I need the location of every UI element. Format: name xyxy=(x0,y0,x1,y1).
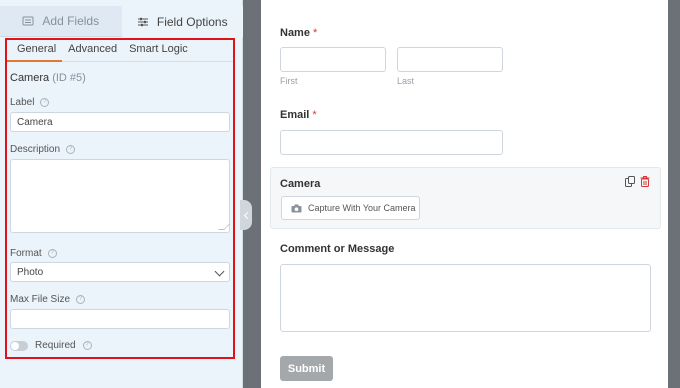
email-input[interactable] xyxy=(280,130,503,155)
last-name-input[interactable] xyxy=(397,47,503,72)
required-label-row: Required ? xyxy=(35,340,92,351)
sidebar-tabs: Add Fields Field Options xyxy=(0,6,243,37)
collapse-sidebar-button[interactable] xyxy=(240,200,252,230)
last-sublabel: Last xyxy=(397,76,415,86)
comment-field-label: Comment or Message xyxy=(280,243,395,255)
required-toggle[interactable] xyxy=(10,341,28,351)
help-icon[interactable]: ? xyxy=(40,98,50,107)
help-icon[interactable]: ? xyxy=(66,145,76,154)
field-actions xyxy=(625,176,650,187)
field-options-panel: General Advanced Smart Logic Camera (ID … xyxy=(5,38,235,359)
description-textarea[interactable] xyxy=(10,159,230,233)
help-icon[interactable]: ? xyxy=(76,295,86,304)
sliders-icon xyxy=(137,17,148,26)
field-name: Camera xyxy=(10,72,50,84)
help-icon[interactable]: ? xyxy=(82,341,92,350)
field-options-sidebar: Add Fields Field Options General Advance… xyxy=(0,0,243,388)
max-file-size-input[interactable] xyxy=(10,309,230,329)
required-asterisk: * xyxy=(312,109,317,121)
label-input[interactable]: Camera xyxy=(10,112,230,132)
description-option-title: Description ? xyxy=(10,144,76,155)
capture-camera-label: Capture With Your Camera xyxy=(308,203,416,213)
name-field-label: Name * xyxy=(280,27,317,39)
required-label: Required xyxy=(35,340,76,351)
comment-textarea[interactable] xyxy=(280,264,651,332)
resize-handle-icon[interactable] xyxy=(218,224,230,230)
label-option-text: Label xyxy=(10,97,35,108)
tab-field-options-label: Field Options xyxy=(156,14,228,29)
preview-gutter-right xyxy=(668,0,680,388)
field-options-subtabs: General Advanced Smart Logic xyxy=(7,40,233,62)
camera-field-label: Camera xyxy=(280,178,321,190)
help-icon[interactable]: ? xyxy=(47,249,57,258)
duplicate-icon[interactable] xyxy=(625,176,635,187)
trash-icon[interactable] xyxy=(640,176,650,187)
format-selected-value: Photo xyxy=(17,266,44,278)
tab-add-fields-label: Add Fields xyxy=(42,14,100,28)
chevron-down-icon xyxy=(214,266,225,277)
format-option-title: Format ? xyxy=(10,248,57,259)
first-name-input[interactable] xyxy=(280,47,386,72)
first-sublabel: First xyxy=(280,76,298,86)
capture-camera-button[interactable]: Capture With Your Camera xyxy=(281,196,420,220)
submit-button[interactable]: Submit xyxy=(280,356,333,381)
format-select[interactable]: Photo xyxy=(10,262,230,282)
name-label-text: Name xyxy=(280,27,310,39)
subtab-general[interactable]: General xyxy=(7,40,63,62)
max-file-size-option-text: Max File Size xyxy=(10,294,71,305)
subtab-smart-logic[interactable]: Smart Logic xyxy=(123,40,194,62)
label-input-value: Camera xyxy=(17,116,53,128)
subtab-advanced[interactable]: Advanced xyxy=(62,40,123,62)
label-option-title: Label ? xyxy=(10,97,50,108)
tab-add-fields[interactable]: Add Fields xyxy=(0,6,122,37)
form-preview: Name * First Last Email * Camera Capture W… xyxy=(261,0,668,388)
field-title: Camera (ID #5) xyxy=(10,72,86,84)
format-option-text: Format xyxy=(10,248,42,259)
tab-field-options[interactable]: Field Options xyxy=(121,6,243,37)
required-asterisk: * xyxy=(312,27,318,39)
email-label-text: Email xyxy=(280,109,310,121)
preview-gutter-left xyxy=(243,0,261,388)
camera-icon xyxy=(291,204,302,212)
max-file-size-option-title: Max File Size ? xyxy=(10,294,86,305)
chevron-left-icon xyxy=(243,211,251,219)
description-option-text: Description xyxy=(10,144,61,155)
list-icon xyxy=(22,16,34,26)
field-id: (ID #5) xyxy=(52,72,86,84)
camera-field-block[interactable]: Camera Capture With Your Camera xyxy=(270,167,661,229)
email-field-label: Email * xyxy=(280,109,317,121)
